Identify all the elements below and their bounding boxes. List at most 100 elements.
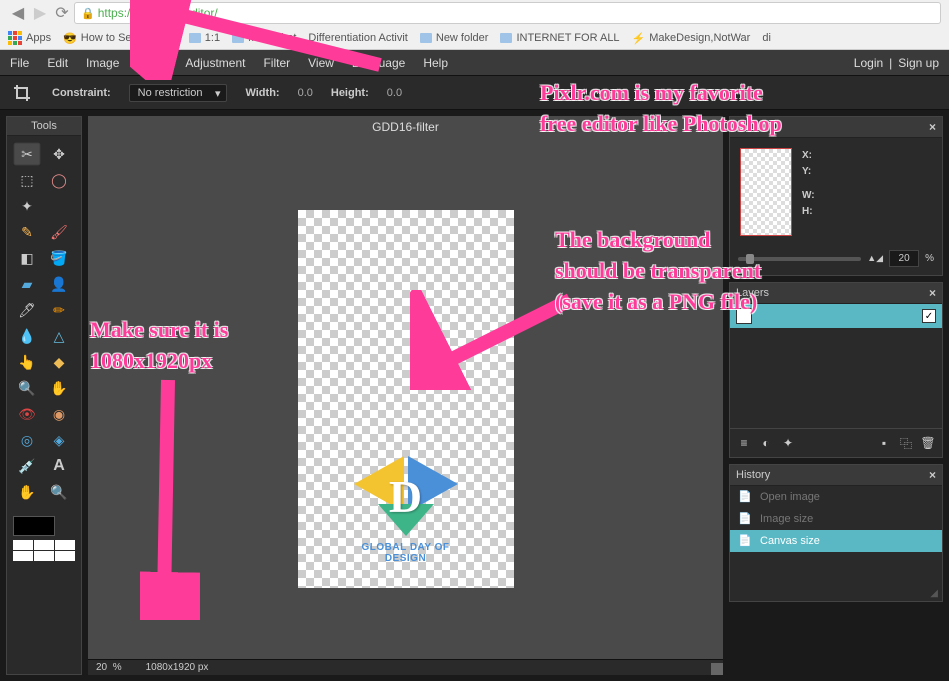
- layer-toolbar: ≡ ◐ ✦ ▪ ⿻ 🗑: [730, 428, 942, 457]
- navigator-info: X: Y: W: H:: [802, 148, 815, 236]
- menu-filter[interactable]: Filter: [263, 56, 290, 70]
- clone-tool[interactable]: 👤: [45, 272, 73, 296]
- login-link[interactable]: Login: [854, 56, 883, 70]
- menu-view[interactable]: View: [308, 56, 334, 70]
- history-item[interactable]: 📄Image size: [730, 508, 942, 530]
- zoom-icons: ▲◢: [867, 253, 883, 264]
- forward-button[interactable]: ▶: [30, 3, 50, 23]
- layer-dup-icon[interactable]: ⿻: [898, 435, 914, 451]
- history-item[interactable]: 📄Canvas size: [730, 530, 942, 552]
- tools-panel-title: Tools: [7, 117, 81, 136]
- history-title: History: [736, 469, 770, 481]
- bookmark-item[interactable]: ⚡MakeDesign,NotWar: [632, 32, 751, 45]
- bookmark-item[interactable]: Differentiation Activit: [308, 32, 407, 44]
- reload-button[interactable]: ⟳: [52, 3, 72, 23]
- burn-tool[interactable]: ✋: [45, 376, 73, 400]
- panel-resize-grip[interactable]: ◢: [730, 586, 942, 601]
- pinch-tool[interactable]: ◈: [45, 428, 73, 452]
- height-value: 0.0: [387, 87, 402, 99]
- type-tool[interactable]: A: [45, 454, 73, 478]
- back-button[interactable]: ◀: [8, 3, 28, 23]
- logo-text: GLOBAL DAY OF DESIGN: [351, 542, 461, 564]
- layer-trash-icon[interactable]: 🗑: [920, 435, 936, 451]
- zoom-input[interactable]: [889, 250, 919, 267]
- menu-edit[interactable]: Edit: [47, 56, 68, 70]
- marquee-tool[interactable]: ⬚: [13, 168, 41, 192]
- crop-tool[interactable]: ✂: [13, 142, 41, 166]
- bookmark-item[interactable]: New folder: [420, 32, 489, 44]
- lock-icon: 🔒: [81, 7, 95, 20]
- lasso-tool[interactable]: ◯: [45, 168, 73, 192]
- blur-tool[interactable]: 💧: [13, 324, 41, 348]
- bookmarks-bar: Apps 😎How to Set Up Your 1:1 Moonshot Di…: [0, 26, 949, 50]
- menu-adjustment[interactable]: Adjustment: [185, 56, 245, 70]
- gradient-tool[interactable]: ▰: [13, 272, 41, 296]
- width-value: 0.0: [298, 87, 313, 99]
- wand-tool[interactable]: ✦: [13, 194, 41, 218]
- menu-help[interactable]: Help: [423, 56, 448, 70]
- move-tool[interactable]: ✥: [45, 142, 73, 166]
- pencil-tool[interactable]: ✎: [13, 220, 41, 244]
- replace-tool[interactable]: 🖊: [13, 298, 41, 322]
- navigator-thumbnail[interactable]: [740, 148, 792, 236]
- layer-fx-icon[interactable]: ✦: [780, 435, 796, 451]
- signup-link[interactable]: Sign up: [898, 56, 939, 70]
- layers-panel: Layers × ✓ ≡ ◐ ✦ ▪ ⿻ 🗑: [729, 282, 943, 458]
- layer-new-icon[interactable]: ▪: [876, 435, 892, 451]
- browser-chrome: ◀ ▶ ⟳ 🔒 https://pixlr.com/editor/ Apps 😎…: [0, 0, 949, 50]
- bookmark-item[interactable]: INTERNET FOR ALL: [500, 32, 619, 44]
- zoom-slider[interactable]: [738, 257, 861, 261]
- canvas[interactable]: D GLOBAL DAY OF DESIGN: [298, 210, 514, 588]
- smudge-tool[interactable]: 👆: [13, 350, 41, 374]
- resize-corner[interactable]: [711, 663, 723, 675]
- draw-tool[interactable]: ✏: [45, 298, 73, 322]
- bookmark-item[interactable]: 😎How to Set Up Your: [63, 32, 177, 45]
- navigator-panel: Navigator × X: Y: W: H: ▲◢ %: [729, 116, 943, 276]
- tools-panel: Tools ✂ ✥ ⬚ ◯ ✦ ✎ 🖌 ◧ 🪣 ▰ 👤 🖊 ✏ 💧 △ 👆 ◆ …: [6, 116, 82, 675]
- bookmark-item[interactable]: Moonshot: [232, 32, 296, 44]
- spacer: [45, 194, 73, 218]
- layer-mask-icon[interactable]: ◐: [758, 435, 774, 451]
- close-icon[interactable]: ×: [929, 286, 936, 300]
- menu-layer[interactable]: Layer: [137, 56, 167, 70]
- close-icon[interactable]: ×: [929, 468, 936, 482]
- bookmark-item[interactable]: di: [762, 32, 771, 44]
- picker-tool[interactable]: 💉: [13, 454, 41, 478]
- constraint-label: Constraint:: [52, 87, 111, 99]
- layer-visible-checkbox[interactable]: ✓: [922, 309, 936, 323]
- history-item[interactable]: 📄Open image: [730, 486, 942, 508]
- bucket-tool[interactable]: 🪣: [45, 246, 73, 270]
- redeye-tool[interactable]: 👁: [13, 402, 41, 426]
- url-field[interactable]: 🔒 https://pixlr.com/editor/: [74, 2, 941, 24]
- constraint-dropdown[interactable]: No restriction: [129, 84, 228, 102]
- menu-language[interactable]: Language: [352, 56, 405, 70]
- options-bar: Constraint: No restriction Width: 0.0 He…: [0, 76, 949, 110]
- sponge-tool[interactable]: ◆: [45, 350, 73, 374]
- layer-settings-icon[interactable]: ≡: [736, 435, 752, 451]
- canvas-area: GDD16-filter D GLOBAL DAY OF DESIGN 20 %…: [88, 116, 723, 675]
- swatch-grid[interactable]: [13, 540, 75, 561]
- layers-title: Layers: [736, 287, 769, 299]
- sharpen-tool[interactable]: △: [45, 324, 73, 348]
- logo-graphic: D GLOBAL DAY OF DESIGN: [351, 434, 461, 564]
- canvas-zoom: 20: [96, 662, 107, 673]
- height-label: Height:: [331, 87, 369, 99]
- menu-image[interactable]: Image: [86, 56, 119, 70]
- auth-sep: |: [889, 56, 892, 70]
- apps-bookmark[interactable]: Apps: [8, 31, 51, 45]
- menu-file[interactable]: File: [10, 56, 29, 70]
- close-icon[interactable]: ×: [929, 120, 936, 134]
- bookmark-item[interactable]: 1:1: [189, 32, 220, 44]
- canvas-viewport[interactable]: D GLOBAL DAY OF DESIGN: [88, 138, 723, 659]
- hand-tool[interactable]: ✋: [13, 480, 41, 504]
- dodge-tool[interactable]: 🔍: [13, 376, 41, 400]
- layer-row[interactable]: ✓: [730, 304, 942, 328]
- zoom-pct-label: %: [925, 253, 934, 264]
- bloat-tool[interactable]: ◎: [13, 428, 41, 452]
- brush-tool[interactable]: 🖌: [45, 220, 73, 244]
- zoom-tool[interactable]: 🔍: [45, 480, 73, 504]
- foreground-swatch[interactable]: [13, 516, 55, 536]
- eraser-tool[interactable]: ◧: [13, 246, 41, 270]
- crop-tool-icon: [10, 81, 34, 105]
- spot-tool[interactable]: ◉: [45, 402, 73, 426]
